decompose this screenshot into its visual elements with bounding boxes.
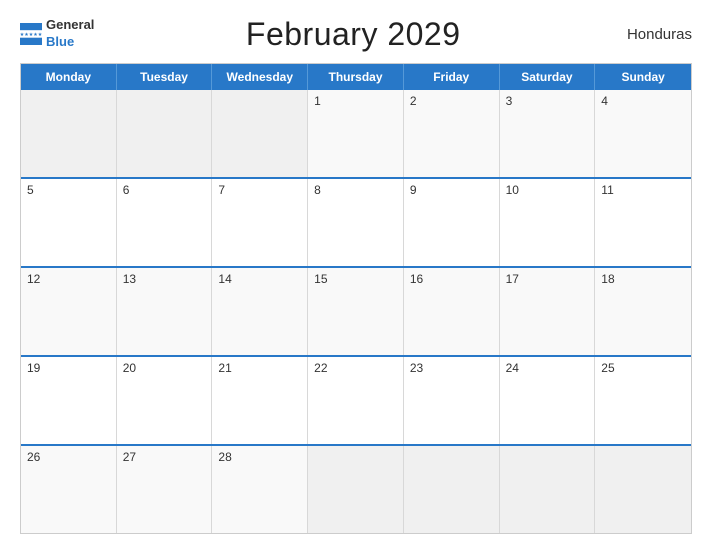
header: ★★★★★ General Blue February 2029 Hondura…: [20, 16, 692, 53]
header-day-wednesday: Wednesday: [212, 64, 308, 90]
calendar-cell: 12: [21, 268, 117, 355]
calendar-cell: 27: [117, 446, 213, 533]
calendar-cell: [21, 90, 117, 177]
day-number: 24: [506, 361, 589, 375]
calendar-cell: 14: [212, 268, 308, 355]
calendar-cell: 20: [117, 357, 213, 444]
calendar-cell: 10: [500, 179, 596, 266]
day-number: 2: [410, 94, 493, 108]
calendar-cell: [212, 90, 308, 177]
header-day-thursday: Thursday: [308, 64, 404, 90]
header-day-saturday: Saturday: [500, 64, 596, 90]
day-number: 26: [27, 450, 110, 464]
day-number: 23: [410, 361, 493, 375]
day-number: 20: [123, 361, 206, 375]
calendar-cell: 4: [595, 90, 691, 177]
day-number: 11: [601, 183, 685, 197]
day-number: 28: [218, 450, 301, 464]
calendar-cell: 17: [500, 268, 596, 355]
calendar-week-3: 12 13 14 15 16 17 18: [21, 266, 691, 355]
day-number: 14: [218, 272, 301, 286]
country-label: Honduras: [612, 26, 692, 43]
day-number: 7: [218, 183, 301, 197]
day-number: 17: [506, 272, 589, 286]
header-day-friday: Friday: [404, 64, 500, 90]
day-number: 19: [27, 361, 110, 375]
day-number: 16: [410, 272, 493, 286]
calendar-cell: 13: [117, 268, 213, 355]
svg-text:★★★★★: ★★★★★: [20, 32, 42, 38]
calendar-cell: 18: [595, 268, 691, 355]
calendar-cell: 23: [404, 357, 500, 444]
day-number: 27: [123, 450, 206, 464]
calendar-week-1: 1234: [21, 90, 691, 177]
calendar-cell: [117, 90, 213, 177]
day-number: 3: [506, 94, 589, 108]
day-number: 13: [123, 272, 206, 286]
calendar-cell: 11: [595, 179, 691, 266]
header-day-tuesday: Tuesday: [117, 64, 213, 90]
calendar-cell: 9: [404, 179, 500, 266]
calendar-cell: 26: [21, 446, 117, 533]
calendar-cell: 3: [500, 90, 596, 177]
calendar-cell: [500, 446, 596, 533]
day-number: 10: [506, 183, 589, 197]
calendar: MondayTuesdayWednesdayThursdayFridaySatu…: [20, 63, 692, 534]
calendar-body: 1234567891011121314151617181920212223242…: [21, 90, 691, 533]
calendar-cell: 1: [308, 90, 404, 177]
calendar-cell: 15: [308, 268, 404, 355]
calendar-cell: 19: [21, 357, 117, 444]
calendar-cell: 28: [212, 446, 308, 533]
calendar-cell: 25: [595, 357, 691, 444]
header-day-sunday: Sunday: [595, 64, 691, 90]
day-number: 4: [601, 94, 685, 108]
calendar-cell: [308, 446, 404, 533]
day-number: 12: [27, 272, 110, 286]
logo: ★★★★★ General Blue: [20, 18, 94, 50]
calendar-cell: 16: [404, 268, 500, 355]
calendar-cell: [595, 446, 691, 533]
calendar-cell: 22: [308, 357, 404, 444]
calendar-header: MondayTuesdayWednesdayThursdayFridaySatu…: [21, 64, 691, 90]
calendar-cell: 2: [404, 90, 500, 177]
logo-icon: ★★★★★: [20, 23, 42, 45]
day-number: 5: [27, 183, 110, 197]
logo-general: General: [46, 18, 94, 32]
day-number: 9: [410, 183, 493, 197]
calendar-cell: 24: [500, 357, 596, 444]
page: ★★★★★ General Blue February 2029 Hondura…: [0, 0, 712, 550]
calendar-week-2: 56789 10 11: [21, 177, 691, 266]
calendar-cell: 21: [212, 357, 308, 444]
calendar-cell: 8: [308, 179, 404, 266]
header-day-monday: Monday: [21, 64, 117, 90]
day-number: 8: [314, 183, 397, 197]
logo-blue: Blue: [46, 34, 74, 49]
calendar-cell: 5: [21, 179, 117, 266]
day-number: 15: [314, 272, 397, 286]
logo-text: General Blue: [46, 18, 94, 50]
day-number: 1: [314, 94, 397, 108]
calendar-cell: 7: [212, 179, 308, 266]
day-number: 6: [123, 183, 206, 197]
day-number: 18: [601, 272, 685, 286]
month-title: February 2029: [246, 16, 461, 53]
calendar-week-5: 26 27 28: [21, 444, 691, 533]
calendar-cell: [404, 446, 500, 533]
day-number: 25: [601, 361, 685, 375]
day-number: 21: [218, 361, 301, 375]
calendar-cell: 6: [117, 179, 213, 266]
day-number: 22: [314, 361, 397, 375]
calendar-week-4: 19 20 21 22 23 24 25: [21, 355, 691, 444]
